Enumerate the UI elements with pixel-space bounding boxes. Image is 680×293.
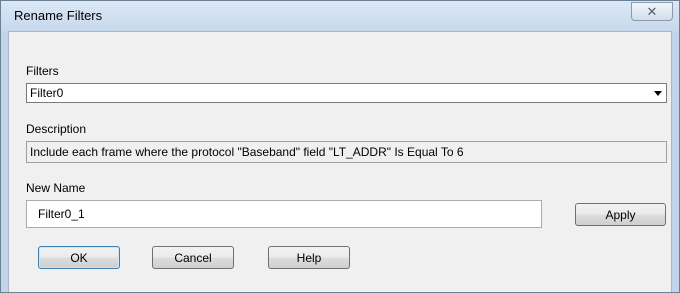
new-name-input[interactable] xyxy=(26,200,542,228)
ok-button-label: OK xyxy=(70,250,88,265)
ok-button[interactable]: OK xyxy=(38,246,120,269)
cancel-button-label: Cancel xyxy=(174,250,212,265)
close-button[interactable]: ✕ xyxy=(631,2,673,21)
apply-button-label: Apply xyxy=(605,207,636,222)
description-text: Include each frame where the protocol "B… xyxy=(30,145,464,159)
new-name-label: New Name xyxy=(26,181,86,195)
dialog-title: Rename Filters xyxy=(14,8,103,23)
description-label: Description xyxy=(26,122,87,136)
apply-button[interactable]: Apply xyxy=(575,203,666,226)
chevron-down-icon[interactable] xyxy=(654,91,662,96)
rename-filters-dialog: Rename Filters ✕ Filters Filter0 Descrip… xyxy=(0,0,680,293)
filters-label: Filters xyxy=(26,64,59,78)
help-button[interactable]: Help xyxy=(268,246,350,269)
filters-dropdown[interactable]: Filter0 xyxy=(26,83,667,103)
description-field: Include each frame where the protocol "B… xyxy=(26,141,667,163)
cancel-button[interactable]: Cancel xyxy=(152,246,234,269)
title-bar[interactable]: Rename Filters ✕ xyxy=(1,1,679,31)
help-button-label: Help xyxy=(296,250,322,265)
close-icon: ✕ xyxy=(646,4,658,19)
filters-selected-value: Filter0 xyxy=(30,86,64,100)
